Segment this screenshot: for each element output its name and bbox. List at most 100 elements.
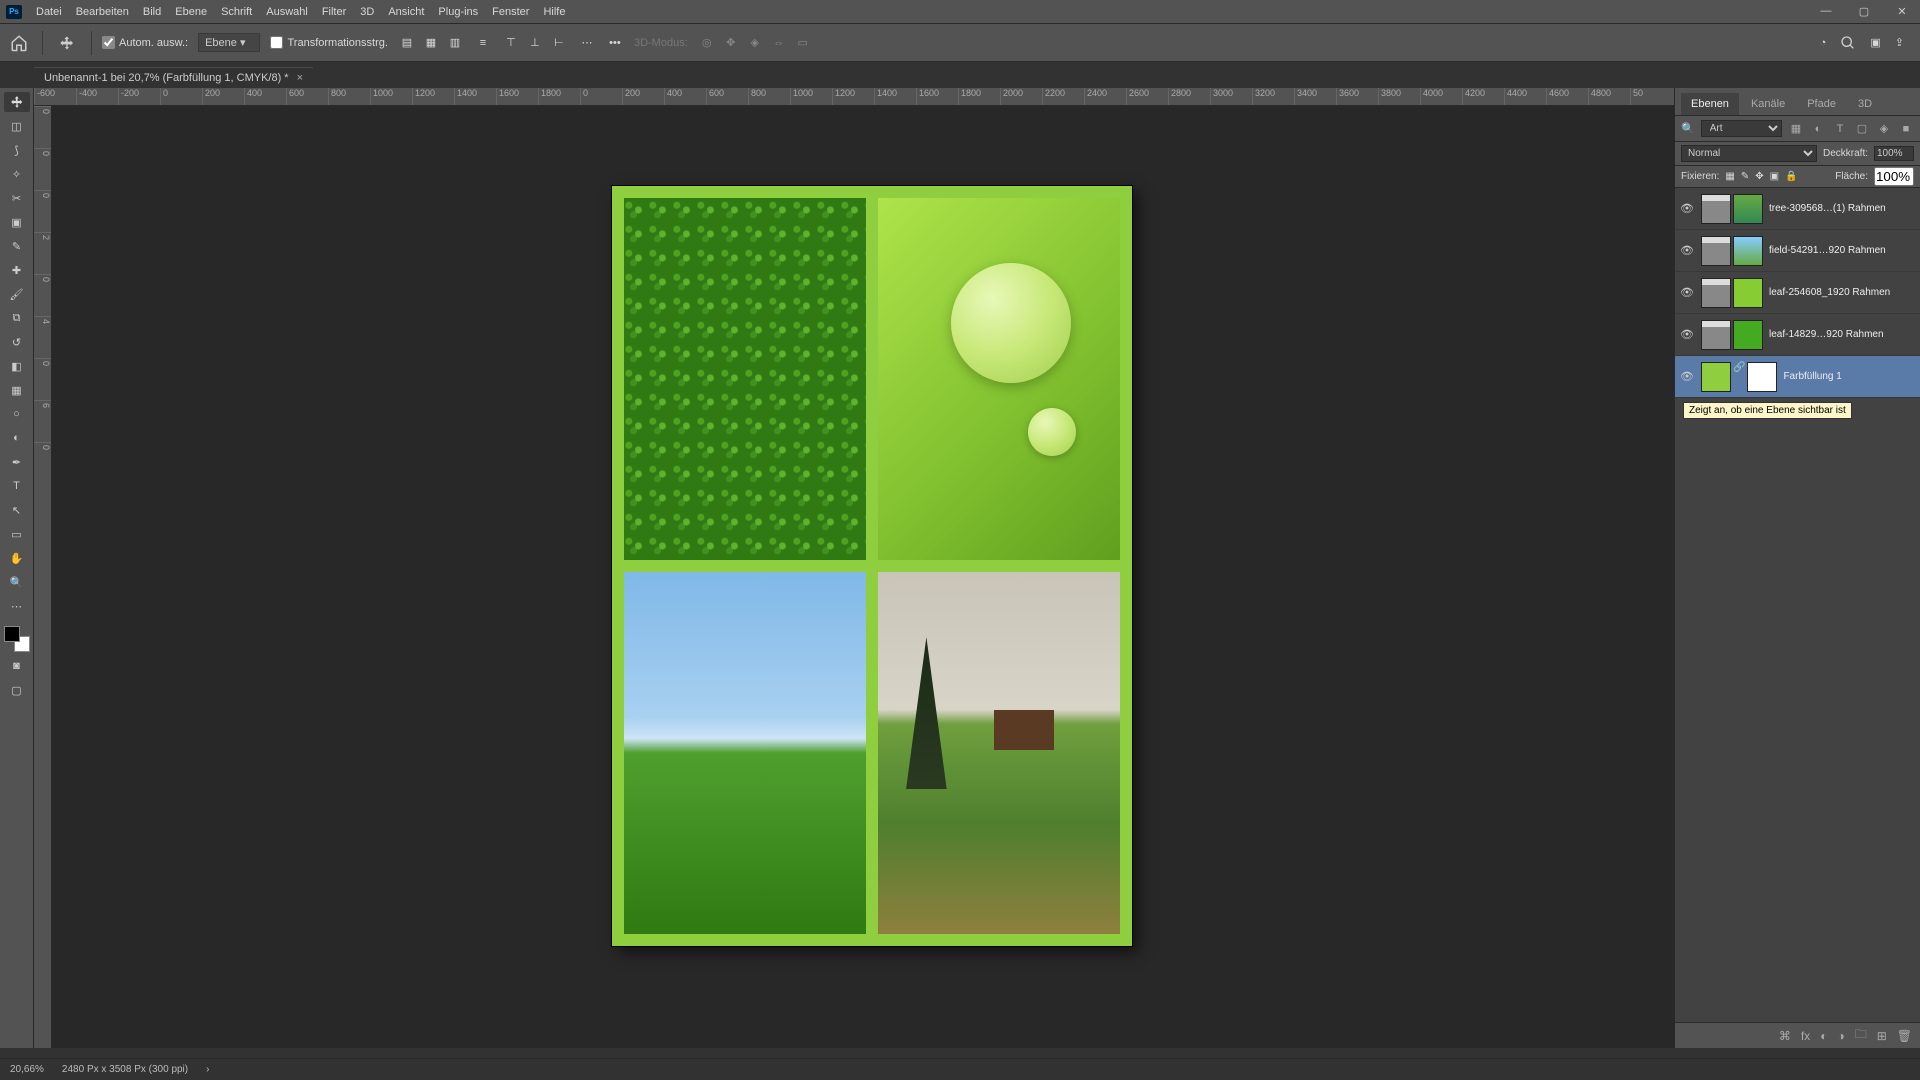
menu-bearbeiten[interactable]: Bearbeiten xyxy=(76,6,129,18)
edit-toolbar[interactable]: ⋯ xyxy=(4,596,30,616)
layer-row[interactable]: 👁 field-54291…920 Rahmen xyxy=(1675,230,1920,272)
foreground-color[interactable] xyxy=(4,626,20,642)
mask-icon[interactable]: ◐ xyxy=(1820,1029,1827,1043)
menu-bild[interactable]: Bild xyxy=(143,6,161,18)
filter-image-icon[interactable]: ▦ xyxy=(1788,121,1804,137)
tab-3d[interactable]: 3D xyxy=(1848,93,1882,115)
align-bottom-icon[interactable]: ⊢ xyxy=(550,34,568,52)
layer-name[interactable]: leaf-14829…920 Rahmen xyxy=(1769,329,1916,340)
transform-controls-checkbox[interactable]: Transformationsstrg. xyxy=(270,36,387,49)
screen-mode-tool[interactable]: ▢ xyxy=(4,680,30,700)
frame-image-leaf-drop[interactable] xyxy=(878,198,1120,560)
workspace-icon[interactable]: ▣ xyxy=(1870,36,1880,49)
lock-nest-icon[interactable]: ▣ xyxy=(1770,171,1779,182)
tab-ebenen[interactable]: Ebenen xyxy=(1681,93,1739,115)
frame-image-cabin[interactable] xyxy=(878,572,1120,934)
filter-shape-icon[interactable]: ▢ xyxy=(1854,121,1870,137)
layer-row[interactable]: 👁 🔗 Farbfüllung 1 xyxy=(1675,356,1920,398)
layer-row[interactable]: 👁 leaf-14829…920 Rahmen xyxy=(1675,314,1920,356)
tab-kanaele[interactable]: Kanäle xyxy=(1741,93,1795,115)
close-tab-icon[interactable]: × xyxy=(297,72,303,84)
lock-brush-icon[interactable]: ✎ xyxy=(1741,171,1749,182)
delete-layer-icon[interactable]: 🗑 xyxy=(1897,1029,1912,1043)
auto-select-checkbox[interactable]: Autom. ausw.: xyxy=(102,36,188,49)
lasso-tool[interactable]: ⟆ xyxy=(4,140,30,160)
overflow-icon[interactable]: ••• xyxy=(606,34,624,52)
menu-schrift[interactable]: Schrift xyxy=(221,6,252,18)
frame-image-field[interactable] xyxy=(624,572,866,934)
layer-row[interactable]: 👁 tree-309568…(1) Rahmen xyxy=(1675,188,1920,230)
eraser-tool[interactable]: ◧ xyxy=(4,356,30,376)
pen-tool[interactable]: ✒ xyxy=(4,452,30,472)
filter-adjust-icon[interactable]: ◐ xyxy=(1810,121,1826,137)
link-layers-icon[interactable]: ⌘ xyxy=(1779,1029,1791,1043)
visibility-toggle[interactable]: 👁 xyxy=(1679,202,1695,215)
lock-pixels-icon[interactable]: ▦ xyxy=(1725,171,1734,182)
search-icon[interactable]: 🔍 xyxy=(1681,122,1695,135)
filter-toggle-icon[interactable]: ■ xyxy=(1898,121,1914,137)
auto-select-target[interactable]: Ebene ▾ xyxy=(198,33,260,52)
share-icon[interactable]: ⇪ xyxy=(1895,36,1904,49)
canvas[interactable] xyxy=(52,106,1674,1048)
tab-pfade[interactable]: Pfade xyxy=(1797,93,1846,115)
visibility-toggle[interactable]: 👁 xyxy=(1679,370,1695,383)
menu-3d[interactable]: 3D xyxy=(360,6,374,18)
clone-tool[interactable]: ⧉ xyxy=(4,308,30,328)
home-button[interactable] xyxy=(6,30,32,56)
blur-tool[interactable]: ○ xyxy=(4,404,30,424)
frame-image-clover[interactable] xyxy=(624,198,866,560)
eyedropper-tool[interactable]: ✎ xyxy=(4,236,30,256)
dodge-tool[interactable]: ◐ xyxy=(4,428,30,448)
more-align-icon[interactable]: ⋯ xyxy=(578,34,596,52)
maximize-button[interactable]: ▢ xyxy=(1850,2,1878,20)
layer-name[interactable]: Farbfüllung 1 xyxy=(1783,371,1916,382)
fx-icon[interactable]: fx xyxy=(1801,1029,1810,1043)
layer-name[interactable]: field-54291…920 Rahmen xyxy=(1769,245,1916,256)
crop-tool[interactable]: ✂ xyxy=(4,188,30,208)
align-left-icon[interactable]: ▤ xyxy=(398,34,416,52)
menu-plugins[interactable]: Plug-ins xyxy=(438,6,478,18)
lock-move-icon[interactable]: ✥ xyxy=(1755,171,1763,182)
move-tool-icon[interactable] xyxy=(53,31,81,55)
visibility-toggle[interactable]: 👁 xyxy=(1679,286,1695,299)
menu-ebene[interactable]: Ebene xyxy=(175,6,207,18)
type-tool[interactable]: T xyxy=(4,476,30,496)
blend-mode-select[interactable]: Normal xyxy=(1681,145,1817,162)
cloud-docs-icon[interactable]: ◔ xyxy=(1820,37,1827,49)
align-top-icon[interactable]: ⊤ xyxy=(502,34,520,52)
shape-tool[interactable]: ▭ xyxy=(4,524,30,544)
search-icon[interactable] xyxy=(1840,35,1856,51)
align-center-h-icon[interactable]: ▦ xyxy=(422,34,440,52)
menu-ansicht[interactable]: Ansicht xyxy=(388,6,424,18)
healing-tool[interactable]: ✚ xyxy=(4,260,30,280)
layer-name[interactable]: leaf-254608_1920 Rahmen xyxy=(1769,287,1916,298)
menu-auswahl[interactable]: Auswahl xyxy=(266,6,308,18)
zoom-tool[interactable]: 🔍 xyxy=(4,572,30,592)
magic-wand-tool[interactable]: ✧ xyxy=(4,164,30,184)
color-swatches[interactable] xyxy=(4,626,30,652)
status-chevron-icon[interactable]: › xyxy=(206,1064,209,1075)
brush-tool[interactable]: 🖌 xyxy=(4,284,30,304)
layer-name[interactable]: tree-309568…(1) Rahmen xyxy=(1769,203,1916,214)
opacity-input[interactable] xyxy=(1874,146,1914,161)
gradient-tool[interactable]: ▦ xyxy=(4,380,30,400)
layer-filter-select[interactable]: Art xyxy=(1701,120,1782,137)
visibility-toggle[interactable]: 👁 xyxy=(1679,244,1695,257)
doc-dimensions[interactable]: 2480 Px x 3508 Px (300 ppi) xyxy=(62,1064,188,1075)
menu-filter[interactable]: Filter xyxy=(322,6,346,18)
menu-datei[interactable]: Datei xyxy=(36,6,62,18)
align-center-v-icon[interactable]: ⊥ xyxy=(526,34,544,52)
align-right-icon[interactable]: ▥ xyxy=(446,34,464,52)
layer-row[interactable]: 👁 leaf-254608_1920 Rahmen xyxy=(1675,272,1920,314)
menu-hilfe[interactable]: Hilfe xyxy=(543,6,565,18)
path-tool[interactable]: ↖ xyxy=(4,500,30,520)
close-button[interactable]: ✕ xyxy=(1888,2,1916,20)
move-tool[interactable] xyxy=(4,92,30,112)
visibility-toggle[interactable]: 👁 xyxy=(1679,328,1695,341)
history-brush-tool[interactable]: ↺ xyxy=(4,332,30,352)
minimize-button[interactable]: — xyxy=(1812,2,1840,20)
distribute-icon[interactable]: ≡ xyxy=(474,34,492,52)
adjustment-icon[interactable]: ◑ xyxy=(1837,1029,1844,1043)
filter-type-icon[interactable]: T xyxy=(1832,121,1848,137)
new-layer-icon[interactable]: ⊞ xyxy=(1877,1029,1887,1043)
